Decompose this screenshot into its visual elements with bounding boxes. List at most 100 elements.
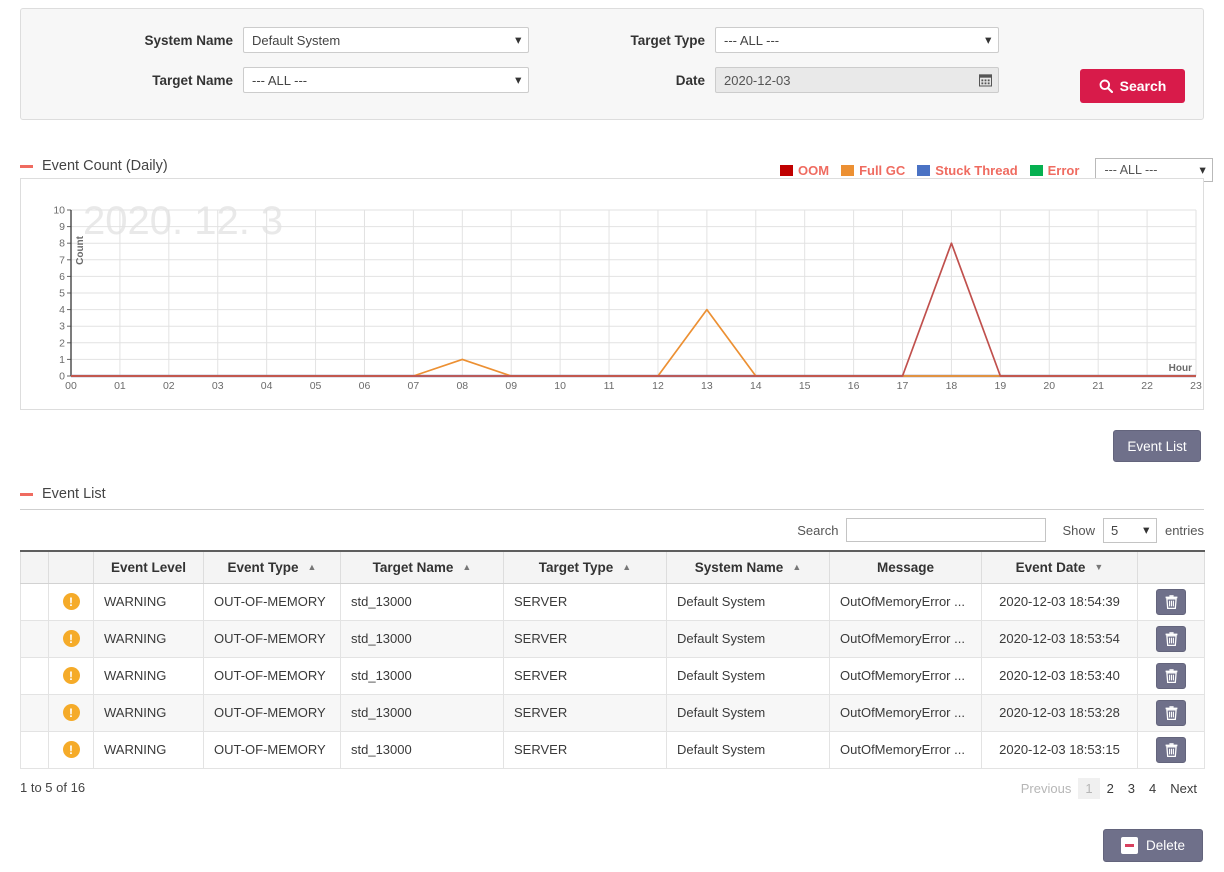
svg-text:16: 16	[848, 380, 860, 392]
event-list-button[interactable]: Event List	[1113, 430, 1201, 462]
trash-icon	[1165, 595, 1178, 609]
cell-target-type: SERVER	[504, 657, 667, 694]
delete-row-button[interactable]	[1156, 626, 1186, 652]
chart-title-text: Event Count (Daily)	[42, 158, 168, 174]
col-icon[interactable]	[49, 551, 94, 583]
collapse-dash-icon[interactable]	[20, 493, 33, 496]
col-target-type[interactable]: Target Type▲	[504, 551, 667, 583]
table-row[interactable]: !WARNINGOUT-OF-MEMORYstd_13000SERVERDefa…	[21, 694, 1205, 731]
date-input[interactable]	[715, 67, 999, 93]
cell-actions	[1138, 731, 1205, 768]
legend-label-error: Error	[1048, 163, 1080, 178]
pagination-page-4[interactable]: 4	[1142, 778, 1163, 799]
row-checkbox-cell[interactable]	[21, 620, 49, 657]
cell-target-name: std_13000	[341, 731, 504, 768]
collapse-dash-icon[interactable]	[20, 165, 33, 168]
table-row[interactable]: !WARNINGOUT-OF-MEMORYstd_13000SERVERDefa…	[21, 731, 1205, 768]
row-checkbox-cell[interactable]	[21, 731, 49, 768]
svg-text:2020. 12. 3: 2020. 12. 3	[83, 199, 283, 243]
col-event-type[interactable]: Event Type▲	[204, 551, 341, 583]
event-list-title-text: Event List	[42, 486, 106, 502]
sort-asc-icon: ▲	[462, 563, 471, 572]
pagination: Previous1234Next	[1014, 778, 1204, 799]
date-field-wrap	[715, 67, 999, 93]
warning-icon: !	[63, 630, 80, 647]
svg-text:00: 00	[65, 380, 77, 392]
table-controls: Search Show 5 ▾ entries	[20, 509, 1204, 550]
col-message[interactable]: Message	[830, 551, 982, 583]
delete-row-button[interactable]	[1156, 663, 1186, 689]
col-actions	[1138, 551, 1205, 583]
delete-row-button[interactable]	[1156, 737, 1186, 763]
svg-text:15: 15	[799, 380, 811, 392]
system-name-select-wrap: Default System ▾	[243, 27, 529, 53]
col-target-name[interactable]: Target Name▲	[341, 551, 504, 583]
col-system-name[interactable]: System Name▲	[667, 551, 830, 583]
table-row[interactable]: !WARNINGOUT-OF-MEMORYstd_13000SERVERDefa…	[21, 657, 1205, 694]
table-search-input[interactable]	[846, 518, 1046, 542]
cell-event-level: WARNING	[94, 731, 204, 768]
cell-event-level: WARNING	[94, 620, 204, 657]
cell-event-level: WARNING	[94, 657, 204, 694]
row-checkbox-cell[interactable]	[21, 583, 49, 620]
event-list-section-title: Event List	[20, 486, 106, 502]
cell-actions	[1138, 694, 1205, 731]
pagination-page-2[interactable]: 2	[1100, 778, 1121, 799]
entries-select[interactable]: 5	[1103, 518, 1157, 543]
pagination-next[interactable]: Next	[1163, 778, 1204, 799]
col-event-level[interactable]: Event Level	[94, 551, 204, 583]
table-search-label: Search	[797, 523, 838, 538]
col-event-date[interactable]: Event Date▼	[982, 551, 1138, 583]
row-checkbox-cell[interactable]	[21, 694, 49, 731]
pagination-page-3[interactable]: 3	[1121, 778, 1142, 799]
legend-item-oom[interactable]: OOM	[780, 163, 829, 178]
event-count-chart-panel: 2020. 12. 301234567891000010203040506070…	[20, 178, 1204, 410]
cell-event-type: OUT-OF-MEMORY	[204, 731, 341, 768]
target-type-label: Target Type	[537, 33, 705, 48]
cell-message: OutOfMemoryError ...	[830, 620, 982, 657]
row-icon-cell: !	[49, 731, 94, 768]
table-row[interactable]: !WARNINGOUT-OF-MEMORYstd_13000SERVERDefa…	[21, 620, 1205, 657]
chart-section-title: Event Count (Daily)	[20, 158, 168, 174]
legend-item-stuck-thread[interactable]: Stuck Thread	[917, 163, 1017, 178]
svg-text:01: 01	[114, 380, 126, 392]
cell-actions	[1138, 583, 1205, 620]
legend-label-stuck-thread: Stuck Thread	[935, 163, 1017, 178]
pagination-previous[interactable]: Previous	[1014, 778, 1079, 799]
row-checkbox-cell[interactable]	[21, 657, 49, 694]
cell-event-date: 2020-12-03 18:54:39	[982, 583, 1138, 620]
col-checkbox[interactable]	[21, 551, 49, 583]
target-name-select-wrap: --- ALL --- ▾	[243, 67, 529, 93]
row-icon-cell: !	[49, 583, 94, 620]
search-button[interactable]: Search	[1080, 69, 1185, 103]
svg-text:21: 21	[1092, 380, 1104, 392]
cell-target-name: std_13000	[341, 583, 504, 620]
svg-text:20: 20	[1043, 380, 1055, 392]
system-name-select[interactable]: Default System	[243, 27, 529, 53]
cell-event-type: OUT-OF-MEMORY	[204, 620, 341, 657]
event-list-panel: Search Show 5 ▾ entries Event Level Even…	[20, 509, 1204, 769]
event-table-body: !WARNINGOUT-OF-MEMORYstd_13000SERVERDefa…	[21, 583, 1205, 768]
cell-system-name: Default System	[667, 657, 830, 694]
delete-button[interactable]: Delete	[1103, 829, 1203, 862]
delete-row-button[interactable]	[1156, 589, 1186, 615]
legend-item-error[interactable]: Error	[1030, 163, 1080, 178]
cell-target-name: std_13000	[341, 620, 504, 657]
target-name-select[interactable]: --- ALL ---	[243, 67, 529, 93]
svg-text:1: 1	[59, 354, 65, 366]
svg-text:23: 23	[1190, 380, 1202, 392]
show-entries-label: Show	[1062, 523, 1095, 538]
search-filter-panel: System Name Default System ▾ Target Name…	[20, 8, 1204, 120]
target-name-label: Target Name	[21, 73, 233, 88]
legend-swatch-stuck-thread	[917, 165, 930, 176]
svg-text:12: 12	[652, 380, 664, 392]
legend-item-full-gc[interactable]: Full GC	[841, 163, 905, 178]
delete-row-button[interactable]	[1156, 700, 1186, 726]
svg-text:03: 03	[212, 380, 224, 392]
legend-swatch-error	[1030, 165, 1043, 176]
svg-text:07: 07	[408, 380, 420, 392]
target-type-select[interactable]: --- ALL ---	[715, 27, 999, 53]
table-row[interactable]: !WARNINGOUT-OF-MEMORYstd_13000SERVERDefa…	[21, 583, 1205, 620]
pagination-page-1[interactable]: 1	[1078, 778, 1099, 799]
svg-text:06: 06	[359, 380, 371, 392]
